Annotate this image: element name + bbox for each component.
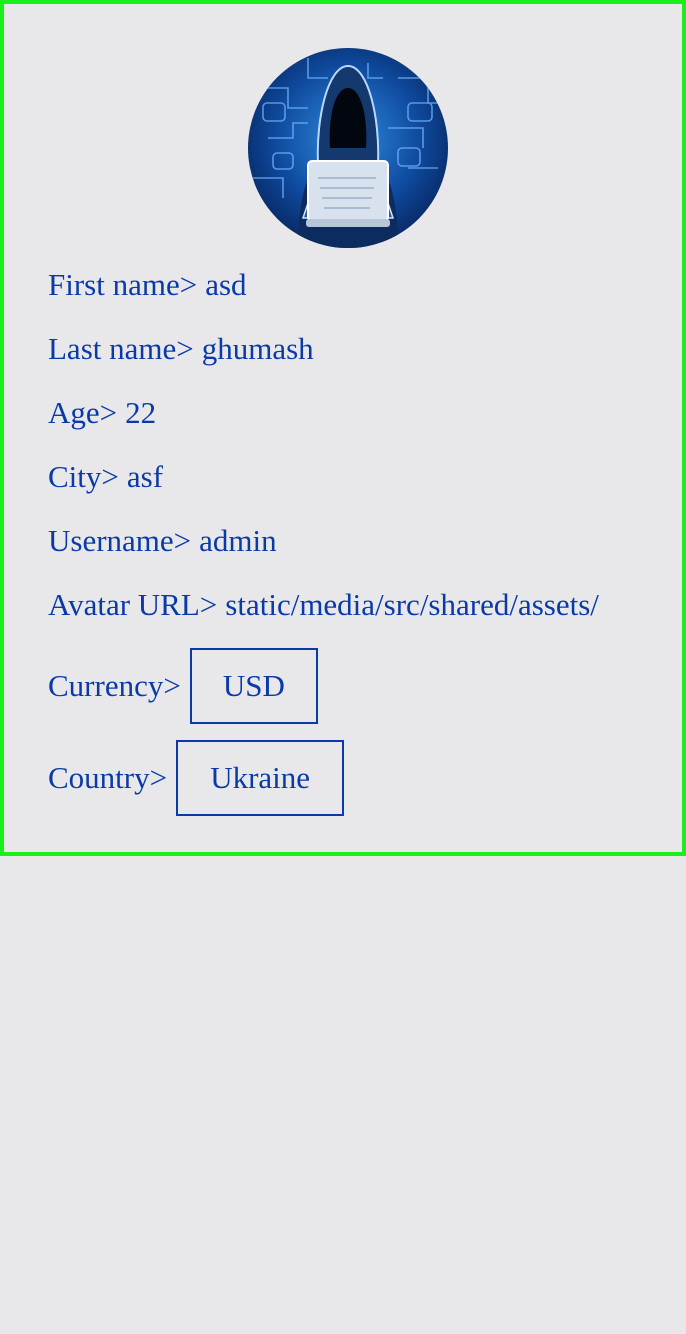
avatar <box>248 48 448 248</box>
currency-selected-value: USD <box>222 668 285 703</box>
city-field: City> asf <box>48 459 163 495</box>
hacker-laptop-avatar-icon <box>248 48 448 248</box>
country-label: Country> <box>48 760 168 795</box>
city-label: City> <box>48 459 119 494</box>
last-name-label: Last name> <box>48 331 194 366</box>
age-field: Age> 22 <box>48 395 156 431</box>
username-label: Username> <box>48 523 192 558</box>
currency-row: Currency> USD <box>48 648 318 724</box>
age-label: Age> <box>48 395 118 430</box>
username-value: admin <box>199 523 277 558</box>
last-name-value: ghumash <box>201 331 314 366</box>
country-row: Country> Ukraine <box>48 740 345 816</box>
currency-label: Currency> <box>48 668 181 703</box>
avatar-url-value: static/media/src/shared/assets/ <box>225 587 599 622</box>
avatar-url-field: Avatar URL> static/media/src/shared/asset… <box>48 587 612 623</box>
username-field: Username> admin <box>48 523 277 559</box>
currency-select[interactable]: USD <box>189 648 318 724</box>
profile-card: First name> asd Last name> ghumash Age> 22 … <box>0 0 686 856</box>
country-select[interactable]: Ukraine <box>176 740 345 816</box>
country-selected-value: Ukraine <box>210 760 311 795</box>
first-name-label: First name> <box>48 267 198 302</box>
first-name-field: First name> asd <box>48 267 247 303</box>
last-name-field: Last name> ghumash <box>48 331 314 367</box>
avatar-url-label: Avatar URL> <box>48 587 218 622</box>
age-value: 22 <box>125 395 157 430</box>
city-value: asf <box>126 459 164 494</box>
first-name-value: asd <box>205 267 247 302</box>
